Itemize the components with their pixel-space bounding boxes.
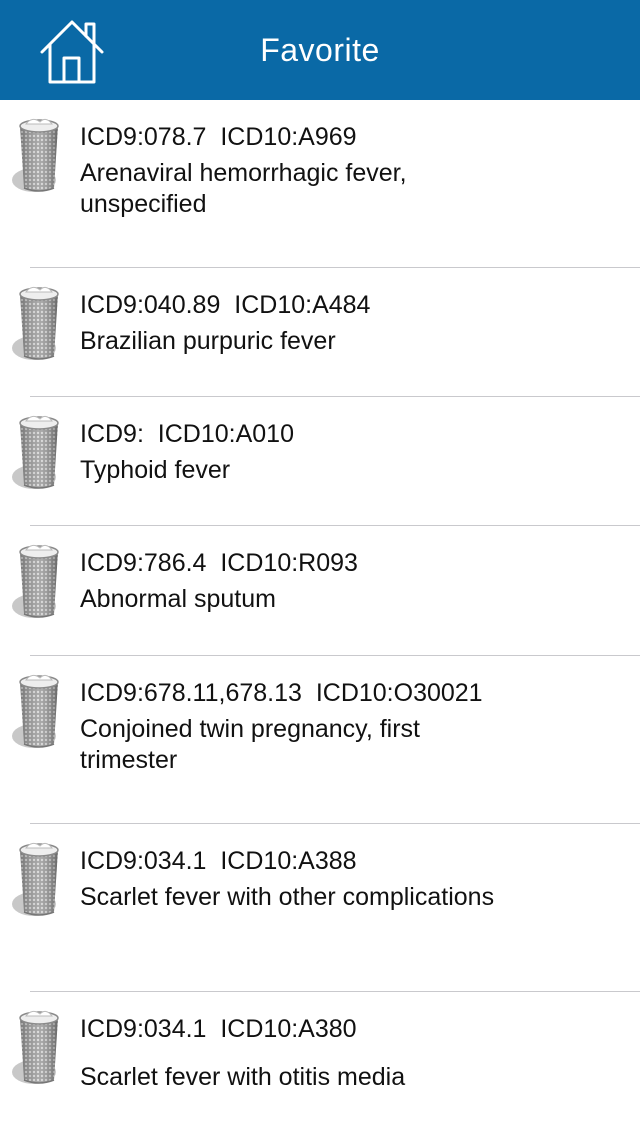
navigation-bar: Favorite xyxy=(0,0,640,100)
delete-favorite-button[interactable] xyxy=(8,838,70,920)
diagnosis-description: Typhoid fever xyxy=(80,456,231,484)
favorite-row[interactable]: ICD9:786.4 ICD10:R093 Abnormal sputum xyxy=(0,526,640,656)
favorite-row[interactable]: ICD9: ICD10:A010 Typhoid fever xyxy=(0,397,640,526)
delete-favorite-button[interactable] xyxy=(8,1006,70,1088)
trash-can-icon xyxy=(12,118,59,192)
delete-favorite-button[interactable] xyxy=(8,114,70,196)
trash-can-icon xyxy=(12,544,59,618)
favorite-row[interactable]: ICD9:034.1 ICD10:A388 Scarlet fever with… xyxy=(0,824,640,992)
diagnosis-description: Scarlet fever with otitis media xyxy=(80,1063,406,1091)
trash-can-icon xyxy=(12,842,59,916)
favorite-row[interactable]: ICD9:078.7 ICD10:A969 Arenaviral hemorrh… xyxy=(0,100,640,268)
diagnosis-description: Conjoined twin pregnancy, first trimeste… xyxy=(80,715,420,774)
favorites-screen: Favorite ICD9:078.7 ICD10:A969 Arenavira… xyxy=(0,0,640,1136)
diagnosis-description: Arenaviral hemorrhagic fever, unspecifie… xyxy=(80,159,407,218)
favorite-row[interactable]: ICD9:034.1 ICD10:A380 Scarlet fever with… xyxy=(0,992,640,1136)
diagnosis-description: Abnormal sputum xyxy=(80,585,276,613)
delete-favorite-button[interactable] xyxy=(8,540,70,622)
page-title: Favorite xyxy=(260,32,380,68)
icd-codes: ICD9:034.1 ICD10:A380 xyxy=(80,1015,357,1043)
favorite-row[interactable]: ICD9:678.11,678.13 ICD10:O30021 Conjoine… xyxy=(0,656,640,824)
trash-can-icon xyxy=(12,674,59,748)
favorites-list: ICD9:078.7 ICD10:A969 Arenaviral hemorrh… xyxy=(0,100,640,1136)
icd-codes: ICD9: ICD10:A010 xyxy=(80,420,294,448)
delete-favorite-button[interactable] xyxy=(8,411,70,493)
delete-favorite-button[interactable] xyxy=(8,670,70,752)
icd-codes: ICD9:034.1 ICD10:A388 xyxy=(80,847,357,875)
icd-codes: ICD9:678.11,678.13 ICD10:O30021 xyxy=(80,679,483,707)
trash-can-icon xyxy=(12,286,59,360)
icd-codes: ICD9:786.4 ICD10:R093 xyxy=(80,549,358,577)
diagnosis-description: Brazilian purpuric fever xyxy=(80,327,336,355)
icd-codes: ICD9:078.7 ICD10:A969 xyxy=(80,123,357,151)
trash-can-icon xyxy=(12,415,59,489)
diagnosis-description: Scarlet fever with other complications xyxy=(80,883,495,911)
trash-can-icon xyxy=(12,1010,59,1084)
icd-codes: ICD9:040.89 ICD10:A484 xyxy=(80,291,371,319)
favorite-row[interactable]: ICD9:040.89 ICD10:A484 Brazilian purpuri… xyxy=(0,268,640,397)
delete-favorite-button[interactable] xyxy=(8,282,70,364)
